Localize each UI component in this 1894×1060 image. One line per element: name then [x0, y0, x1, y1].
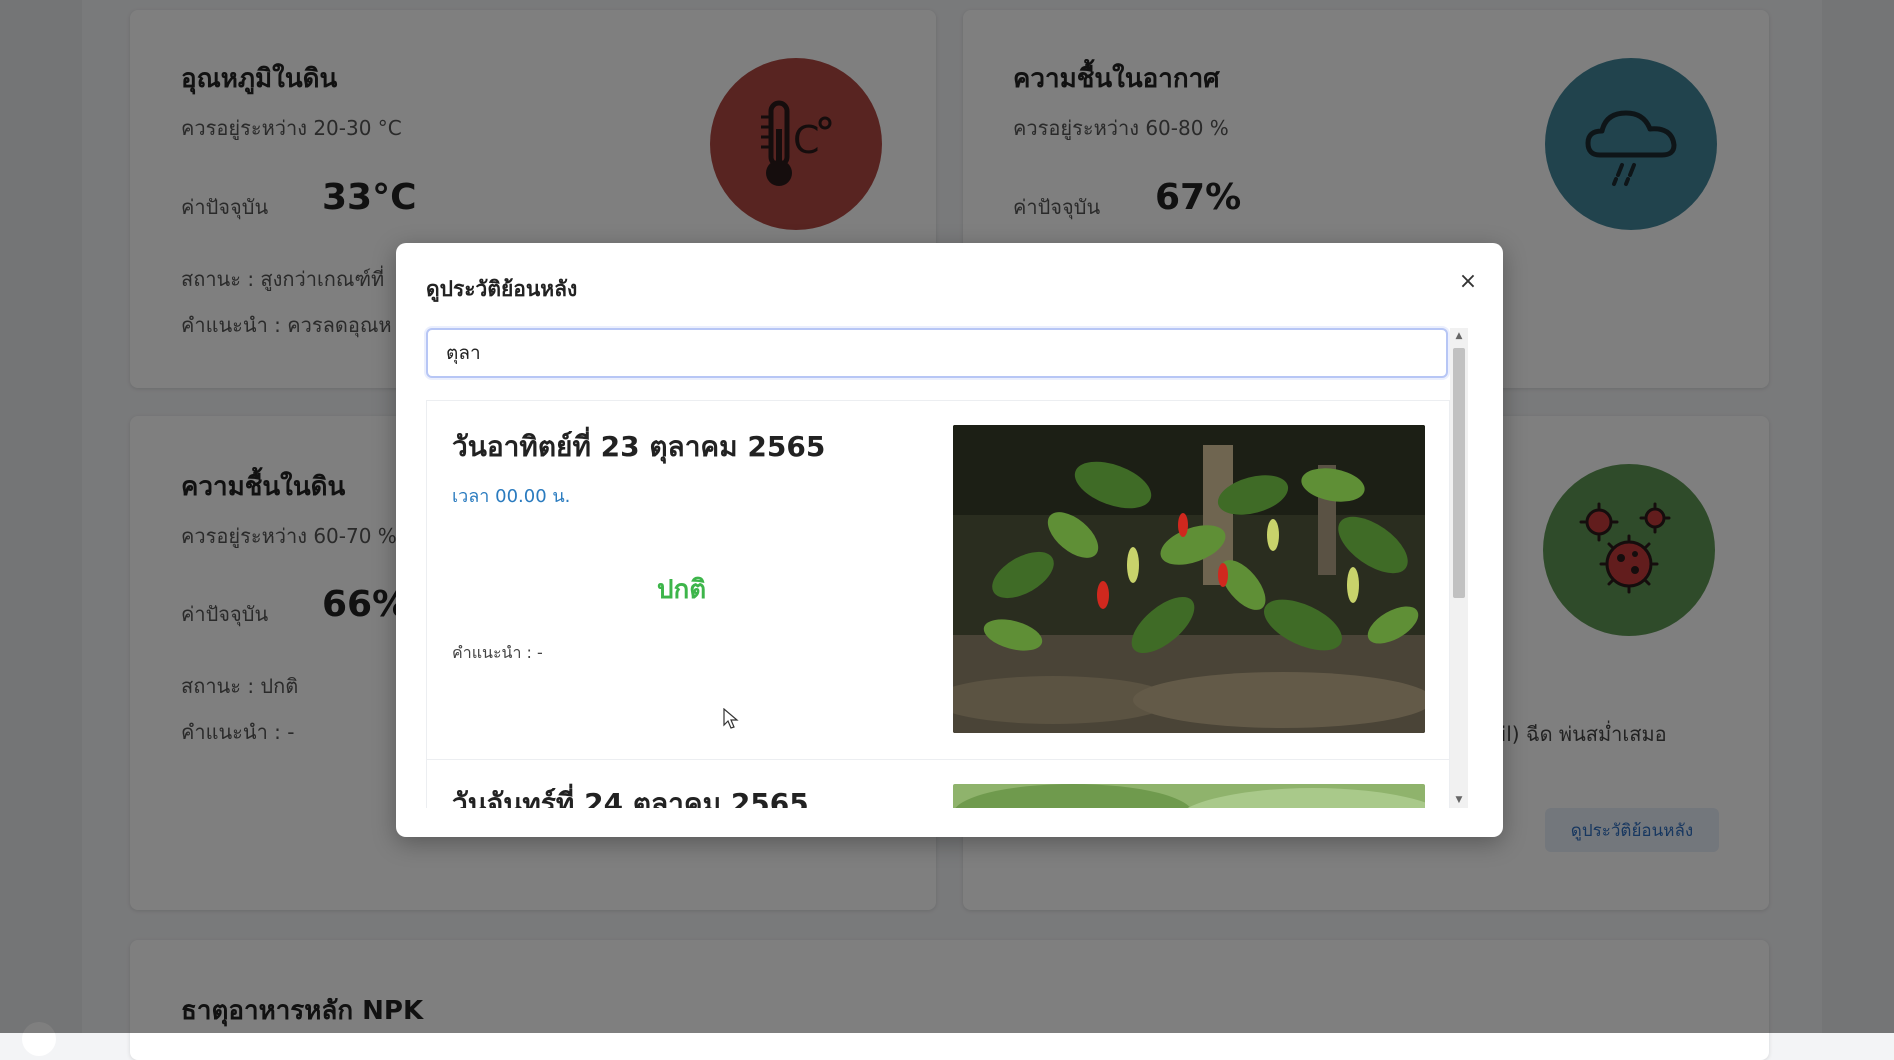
- entry-time: เวลา 00.00 น.: [452, 486, 571, 507]
- search-input[interactable]: [426, 328, 1448, 378]
- modal-scrollbar[interactable]: ▲ ▼: [1450, 328, 1468, 808]
- modal-title: ดูประวัติย้อนหลัง: [426, 277, 578, 301]
- scroll-down-arrow-icon[interactable]: ▼: [1450, 792, 1468, 808]
- history-entry: วันจันทร์ที่ 24 ตุลาคม 2565: [426, 759, 1450, 808]
- entry-advice: คำแนะนำ : -: [452, 643, 543, 662]
- history-list[interactable]: วันอาทิตย์ที่ 23 ตุลาคม 2565 เวลา 00.00 …: [426, 400, 1450, 808]
- entry-date: วันจันทร์ที่ 24 ตุลาคม 2565: [452, 787, 809, 808]
- scroll-thumb[interactable]: [1453, 348, 1465, 598]
- history-modal: ดูประวัติย้อนหลัง × วันอาทิตย์ที่ 23 ตุล…: [396, 243, 1503, 837]
- close-button[interactable]: ×: [1453, 267, 1483, 297]
- scroll-up-arrow-icon[interactable]: ▲: [1450, 328, 1468, 344]
- chili-plant-photo: [953, 425, 1425, 733]
- mouse-cursor-icon: [723, 708, 739, 729]
- leaf-photo: [953, 784, 1425, 808]
- entry-status: ปกติ: [657, 575, 707, 605]
- entry-date: วันอาทิตย์ที่ 23 ตุลาคม 2565: [452, 430, 826, 463]
- history-entry: วันอาทิตย์ที่ 23 ตุลาคม 2565 เวลา 00.00 …: [426, 400, 1450, 762]
